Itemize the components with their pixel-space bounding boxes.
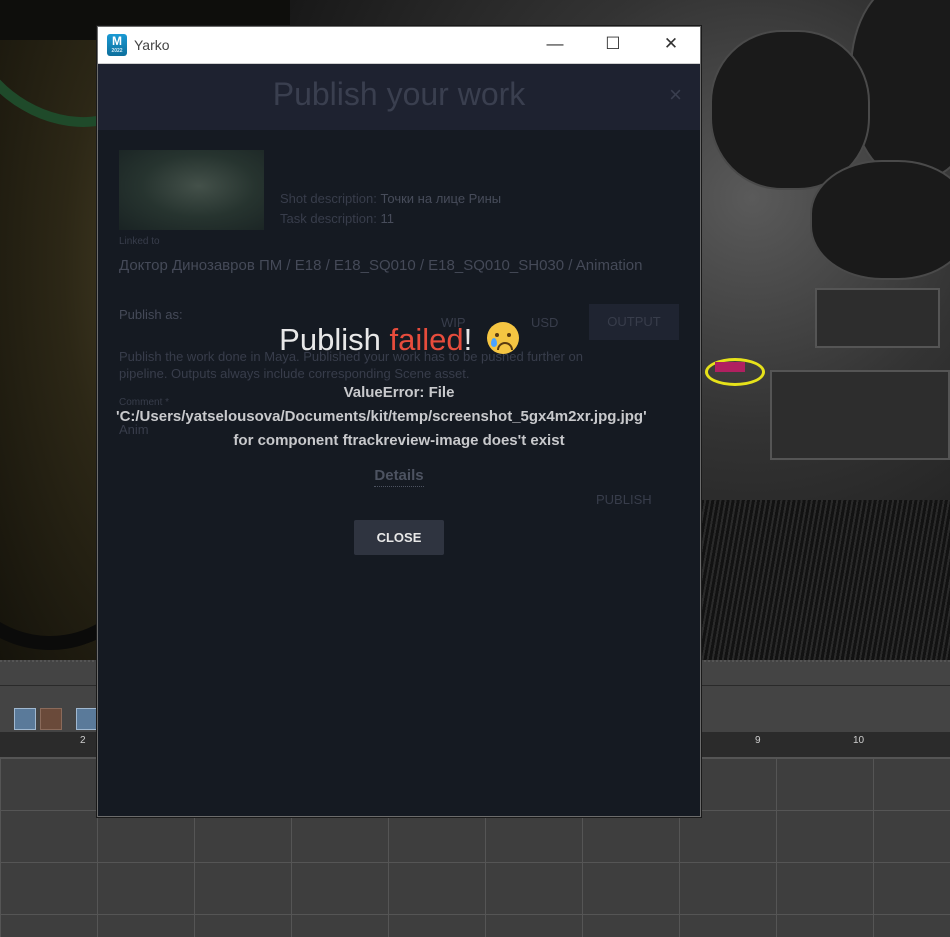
maximize-button[interactable]: ☐ xyxy=(584,27,642,63)
task-description-label: Task description: xyxy=(280,211,377,226)
dialog-title: Publish your work xyxy=(272,76,526,112)
failure-title-prefix: Publish xyxy=(279,322,390,357)
eye-icon[interactable] xyxy=(14,708,36,730)
key-tool-icon[interactable] xyxy=(76,708,98,730)
window-title: Yarko xyxy=(134,37,170,53)
publish-button[interactable]: PUBLISH xyxy=(596,492,652,507)
title-bar[interactable]: M 2022 Yarko — ☐ ✕ xyxy=(98,27,700,64)
error-message-path: 'C:/Users/yatselousova/Documents/kit/tem… xyxy=(116,408,647,425)
yarko-window: M 2022 Yarko — ☐ ✕ Publish your work × S… xyxy=(97,26,701,817)
shot-description-value: Точки на лице Рины xyxy=(380,191,502,206)
screenshot-thumbnail xyxy=(119,150,264,230)
tear-icon xyxy=(490,338,497,347)
linked-path: Доктор Динозавров ПМ / E18 / E18_SQ010 /… xyxy=(119,257,643,274)
failure-title: Publish failed! xyxy=(98,322,700,358)
close-window-button[interactable]: ✕ xyxy=(642,27,700,63)
scene-object xyxy=(810,160,950,280)
publish-description-line: pipeline. Outputs always include corresp… xyxy=(119,366,470,381)
failure-title-suffix: ! xyxy=(463,322,473,357)
minimize-button[interactable]: — xyxy=(526,27,584,63)
task-description: Task description: 11 xyxy=(280,211,394,226)
error-message-line: for component ftrackreview-image does't … xyxy=(233,432,565,449)
ruler-tick-label: 2 xyxy=(80,735,86,746)
app-icon-version: 2022 xyxy=(111,48,123,54)
publish-dialog: Publish your work × Shot description: То… xyxy=(98,64,700,816)
details-link[interactable]: Details xyxy=(374,467,424,487)
scene-object xyxy=(770,370,950,460)
crying-face-icon xyxy=(486,322,519,354)
close-button[interactable]: CLOSE xyxy=(354,520,444,555)
linked-to-label: Linked to xyxy=(119,236,160,247)
maya-app-icon: M 2022 xyxy=(107,34,127,56)
dialog-header: Publish your work × xyxy=(98,64,700,130)
selected-object[interactable] xyxy=(715,362,745,372)
ruler-tick-label: 10 xyxy=(853,735,865,746)
publish-as-label: Publish as: xyxy=(119,307,183,322)
task-description-value: 11 xyxy=(380,211,394,226)
dialog-close-icon[interactable]: × xyxy=(669,82,682,108)
scene-object xyxy=(815,288,940,348)
failure-title-failed: failed xyxy=(389,322,464,357)
ruler-tick-label: 9 xyxy=(755,735,761,746)
shot-description-label: Shot description: xyxy=(280,191,377,206)
error-message-line: ValueError: File xyxy=(343,384,455,401)
app-icon-letter: M xyxy=(112,34,122,48)
shot-description: Shot description: Точки на лице Рины xyxy=(280,191,501,206)
details-link-container: Details xyxy=(98,467,700,487)
filmstrip-icon[interactable] xyxy=(40,708,62,730)
